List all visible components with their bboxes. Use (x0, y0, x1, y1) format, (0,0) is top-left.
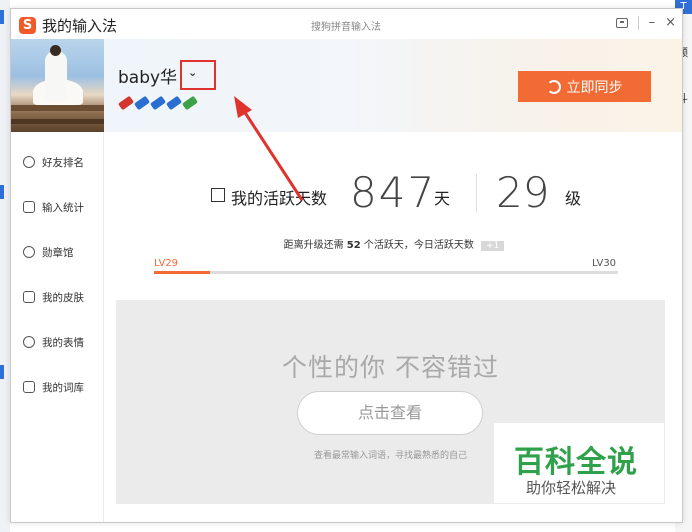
sidebar-item-label: 勋章馆 (42, 246, 74, 259)
close-button[interactable]: × (665, 15, 676, 30)
sync-now-button[interactable]: 立即同步 (518, 71, 651, 102)
today-active-badge: +1 (481, 241, 505, 251)
pen-icon (133, 95, 151, 111)
annotation-highlight-box (180, 60, 216, 90)
upgrade-prefix: 距离升级还需 (283, 240, 344, 251)
avatar-art (11, 105, 104, 111)
sync-icon (546, 79, 561, 94)
shirt-icon (23, 291, 35, 303)
avatar-art (45, 51, 67, 101)
badge-pens (117, 95, 199, 111)
divider (476, 174, 477, 212)
level-progress-fill (154, 271, 210, 274)
sidebar-item-skins[interactable]: 我的皮肤 (11, 282, 104, 312)
sogou-logo-icon: S (19, 17, 36, 34)
background-marker (0, 185, 4, 199)
level-progress-bar (154, 271, 618, 274)
sidebar-item-emoticons[interactable]: 我的表情 (11, 327, 104, 357)
sidebar-item-medals[interactable]: 勋章馆 (11, 237, 104, 267)
sidebar-item-input-stats[interactable]: 输入统计 (11, 192, 104, 222)
sidebar-item-label: 我的表情 (42, 336, 84, 349)
edit-icon (211, 188, 225, 202)
chart-icon (23, 201, 35, 213)
watermark-subtitle: 助你轻松解决 (526, 479, 617, 497)
pen-icon (181, 95, 199, 111)
username: baby华 (118, 68, 178, 88)
divider (637, 15, 639, 30)
medal-icon (23, 246, 35, 258)
sidebar-item-lexicon[interactable]: 我的词库 (11, 372, 104, 402)
active-days-row: 我的活跃天数 847 天 29 级 (104, 168, 682, 218)
smiley-icon (23, 336, 35, 348)
watermark-title: 百科全说 (514, 445, 638, 480)
level-unit: 级 (565, 189, 582, 208)
upgrade-count: 52 (346, 240, 361, 251)
background-marker (0, 10, 4, 24)
upgrade-hint: 距离升级还需 52 个活跃天，今日活跃天数 +1 (104, 236, 682, 251)
background-marker (0, 365, 4, 379)
window-controls: – × (615, 15, 676, 30)
active-days-label: 我的活跃天数 (231, 189, 328, 208)
current-level-label: LV29 (154, 258, 179, 269)
sidebar-item-label: 输入统计 (42, 201, 84, 214)
profile-banner: baby华 ⌄ 立即同步 (11, 39, 682, 132)
sidebar-item-label: 我的词库 (42, 381, 84, 394)
pen-icon (149, 95, 167, 111)
avatar-art (50, 45, 61, 56)
watermark: 百科全说 助你轻松解决 (494, 423, 664, 503)
account-dropdown-button[interactable]: ⌄ (188, 66, 197, 79)
next-level-label: LV30 (592, 258, 617, 269)
sync-label: 立即同步 (566, 79, 623, 96)
skin-icon[interactable] (615, 17, 628, 28)
active-days-count: 847 (350, 168, 437, 217)
background-left-strip (0, 0, 10, 532)
view-now-button[interactable]: 点击查看 (297, 391, 483, 435)
minimize-button[interactable]: – (649, 15, 656, 30)
level-number: 29 (496, 168, 550, 217)
sidebar-item-friends-rank[interactable]: 好友排名 (11, 147, 104, 177)
friends-icon (23, 156, 35, 168)
title-bar: S 我的输入法 搜狗拼音输入法 – × (11, 9, 682, 39)
avatar[interactable] (11, 39, 104, 132)
days-unit: 天 (434, 189, 451, 208)
book-icon (23, 381, 35, 393)
app-title: 我的输入法 (42, 17, 118, 35)
pen-icon (165, 95, 183, 111)
pen-icon (117, 95, 135, 111)
upgrade-suffix: 个活跃天，今日活跃天数 (363, 240, 474, 251)
panel-slogan: 个性的你 不容错过 (282, 353, 499, 382)
sidebar-item-label: 好友排名 (42, 156, 84, 169)
sidebar: 好友排名 输入统计 勋章馆 我的皮肤 我的表情 我的词库 (11, 132, 104, 522)
avatar-art (11, 119, 104, 124)
window-caption: 搜狗拼音输入法 (311, 22, 381, 33)
sidebar-item-label: 我的皮肤 (42, 291, 84, 304)
